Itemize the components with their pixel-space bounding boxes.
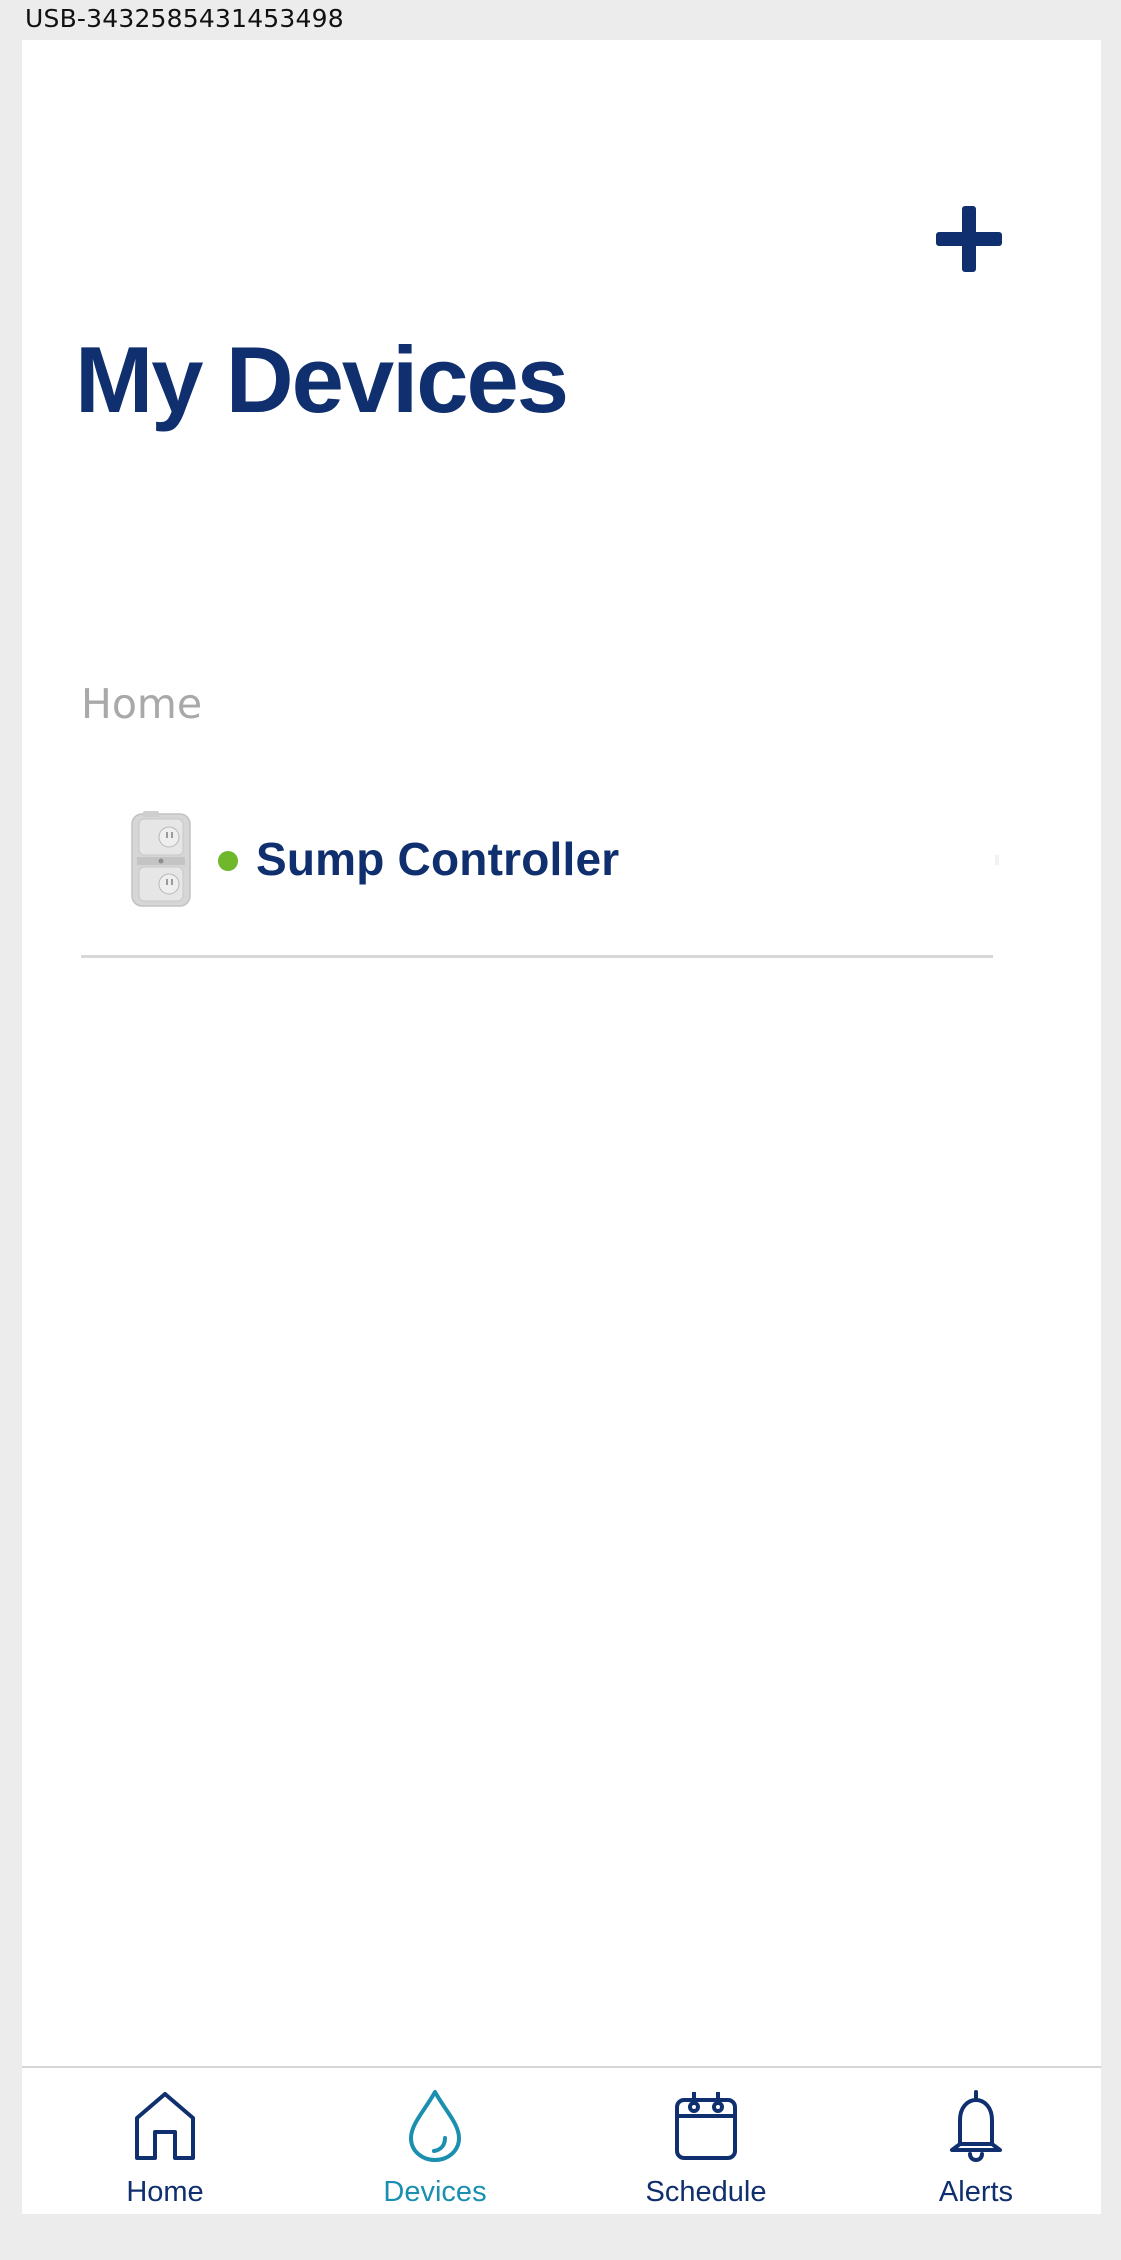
tab-schedule[interactable]: Schedule <box>606 2068 806 2214</box>
tab-label: Home <box>126 2176 204 2208</box>
tab-label: Devices <box>383 2176 487 2208</box>
bottom-tab-bar: Home Devices Schedule Alerts <box>22 2066 1101 2214</box>
app-screen: My Devices Home Sump Controller Home Dev… <box>22 40 1101 2214</box>
tab-alerts[interactable]: Alerts <box>876 2068 1076 2214</box>
tab-label: Schedule <box>645 2176 767 2208</box>
page-title: My Devices <box>75 327 569 432</box>
section-label-home: Home <box>81 680 203 728</box>
chevron-right-icon <box>995 855 999 865</box>
status-online-dot <box>218 851 238 871</box>
device-name: Sump Controller <box>256 833 620 885</box>
tab-devices[interactable]: Devices <box>335 2068 535 2214</box>
outlet-device-image <box>131 811 191 907</box>
calendar-icon <box>675 2092 737 2160</box>
home-icon <box>135 2092 195 2160</box>
water-drop-icon <box>409 2090 461 2162</box>
plus-icon-stem <box>962 206 976 272</box>
device-id-label: USB-3432585431453498 <box>25 4 344 33</box>
tab-label: Alerts <box>938 2176 1014 2208</box>
device-row-sump-controller[interactable]: Sump Controller <box>81 785 999 958</box>
bell-icon <box>950 2090 1002 2162</box>
add-device-button[interactable] <box>934 204 1004 274</box>
tab-home[interactable]: Home <box>65 2068 265 2214</box>
